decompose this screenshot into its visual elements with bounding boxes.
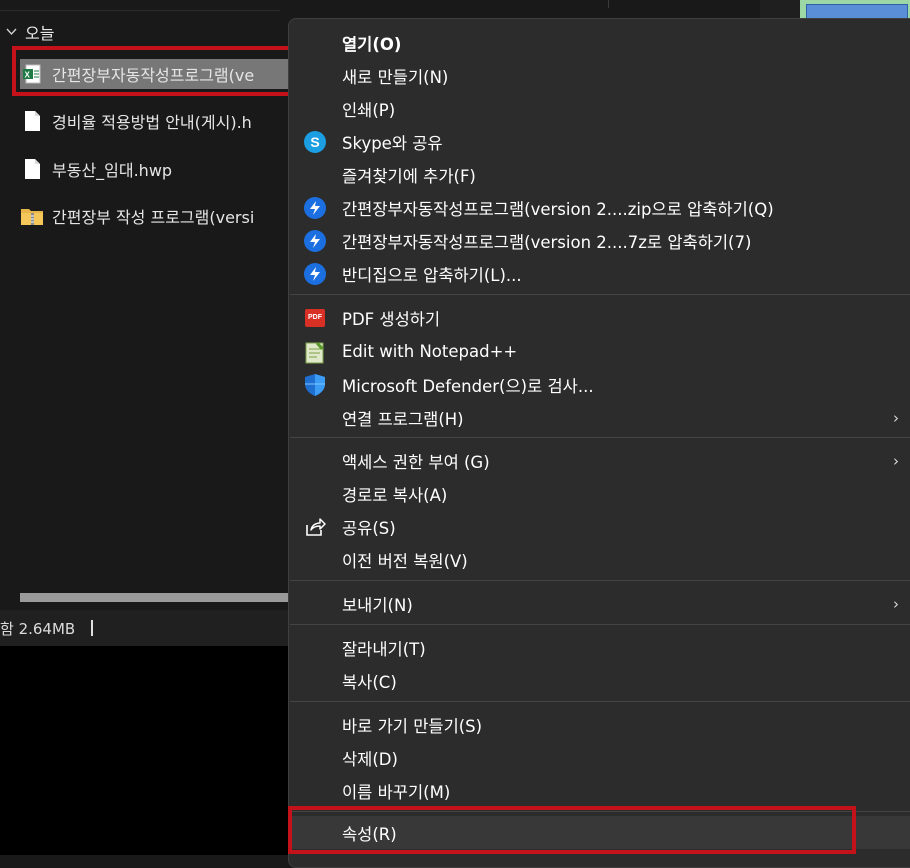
- chevron-down-icon: [6, 26, 17, 39]
- menu-separator: [290, 701, 910, 702]
- group-header-label: 오늘: [25, 24, 55, 43]
- menu-item-open[interactable]: 열기(O): [289, 26, 910, 59]
- menu-item-restore-previous[interactable]: 이전 버전 복원(V): [289, 543, 910, 576]
- terminal-area: [0, 646, 300, 855]
- menu-item-share[interactable]: 공유(S): [289, 510, 910, 543]
- column-divider: [608, 0, 609, 8]
- horizontal-scrollbar[interactable]: [20, 593, 290, 602]
- group-header-today[interactable]: 오늘: [6, 22, 55, 43]
- status-divider: [91, 620, 94, 636]
- status-selection-size: 함 2.64MB: [0, 619, 76, 638]
- file-name: 부동산_임대.hwp: [52, 161, 173, 180]
- selected-file-highlight-box: [12, 46, 292, 96]
- bandizip-icon: [302, 228, 328, 254]
- pdf-icon: PDF: [302, 305, 328, 331]
- menu-separator: [290, 294, 910, 295]
- context-menu: 열기(O) 새로 만들기(N) 인쇄(P) S Skype와 공유 즐겨찾기에 …: [288, 18, 910, 868]
- defender-shield-icon: [302, 372, 328, 398]
- notepadpp-icon: [302, 339, 328, 365]
- menu-item-new[interactable]: 새로 만들기(N): [289, 59, 910, 92]
- document-file-icon: [20, 157, 44, 181]
- zip-folder-icon: [20, 204, 44, 228]
- properties-highlight-box: [288, 806, 856, 854]
- menu-item-compress-7z[interactable]: 간편장부자동작성프로그램(version 2....7z로 압축하기(7): [289, 224, 910, 257]
- bandizip-icon: [302, 261, 328, 287]
- menu-item-compress-zip[interactable]: 간편장부자동작성프로그램(version 2....zip으로 압축하기(Q): [289, 191, 910, 224]
- menu-item-cut[interactable]: 잘라내기(T): [289, 631, 910, 664]
- file-item[interactable]: 간편장부 작성 프로그램(versi: [20, 201, 290, 231]
- menu-item-create-shortcut[interactable]: 바로 가기 만들기(S): [289, 708, 910, 741]
- divider: [0, 0, 280, 11]
- menu-item-compress-bandizip[interactable]: 반디집으로 압축하기(L)...: [289, 257, 910, 290]
- menu-item-share-skype[interactable]: S Skype와 공유: [289, 125, 910, 158]
- menu-separator: [290, 437, 910, 438]
- share-icon: [302, 514, 328, 540]
- menu-item-create-pdf[interactable]: PDF PDF 생성하기: [289, 301, 910, 334]
- bandizip-icon: [302, 195, 328, 221]
- status-bar: 함 2.64MB: [0, 610, 300, 646]
- file-name: 간편장부 작성 프로그램(versi: [52, 208, 255, 227]
- chevron-right-icon: ›: [893, 594, 899, 613]
- chevron-right-icon: ›: [893, 451, 899, 470]
- menu-item-defender-scan[interactable]: Microsoft Defender(으)로 검사...: [289, 368, 910, 401]
- menu-separator: [290, 624, 910, 625]
- menu-item-open-with[interactable]: 연결 프로그램(H) ›: [289, 401, 910, 434]
- menu-separator: [290, 580, 910, 581]
- menu-item-edit-notepadpp[interactable]: Edit with Notepad++: [289, 335, 910, 368]
- file-item[interactable]: 경비율 적용방법 안내(게시).h: [20, 106, 290, 136]
- menu-item-add-favorites[interactable]: 즐겨찾기에 추가(F): [289, 158, 910, 191]
- menu-item-print[interactable]: 인쇄(P): [289, 92, 910, 125]
- menu-item-delete[interactable]: 삭제(D): [289, 741, 910, 774]
- file-item[interactable]: 부동산_임대.hwp: [20, 154, 290, 184]
- file-name: 경비율 적용방법 안내(게시).h: [52, 113, 252, 132]
- menu-item-copy-as-path[interactable]: 경로로 복사(A): [289, 477, 910, 510]
- menu-item-give-access[interactable]: 액세스 권한 부여 (G) ›: [289, 444, 910, 477]
- menu-item-copy[interactable]: 복사(C): [289, 664, 910, 697]
- menu-item-rename[interactable]: 이름 바꾸기(M): [289, 774, 910, 807]
- chevron-right-icon: ›: [893, 408, 899, 427]
- menu-item-send-to[interactable]: 보내기(N) ›: [289, 587, 910, 620]
- skype-icon: S: [302, 129, 328, 155]
- document-file-icon: [20, 109, 44, 133]
